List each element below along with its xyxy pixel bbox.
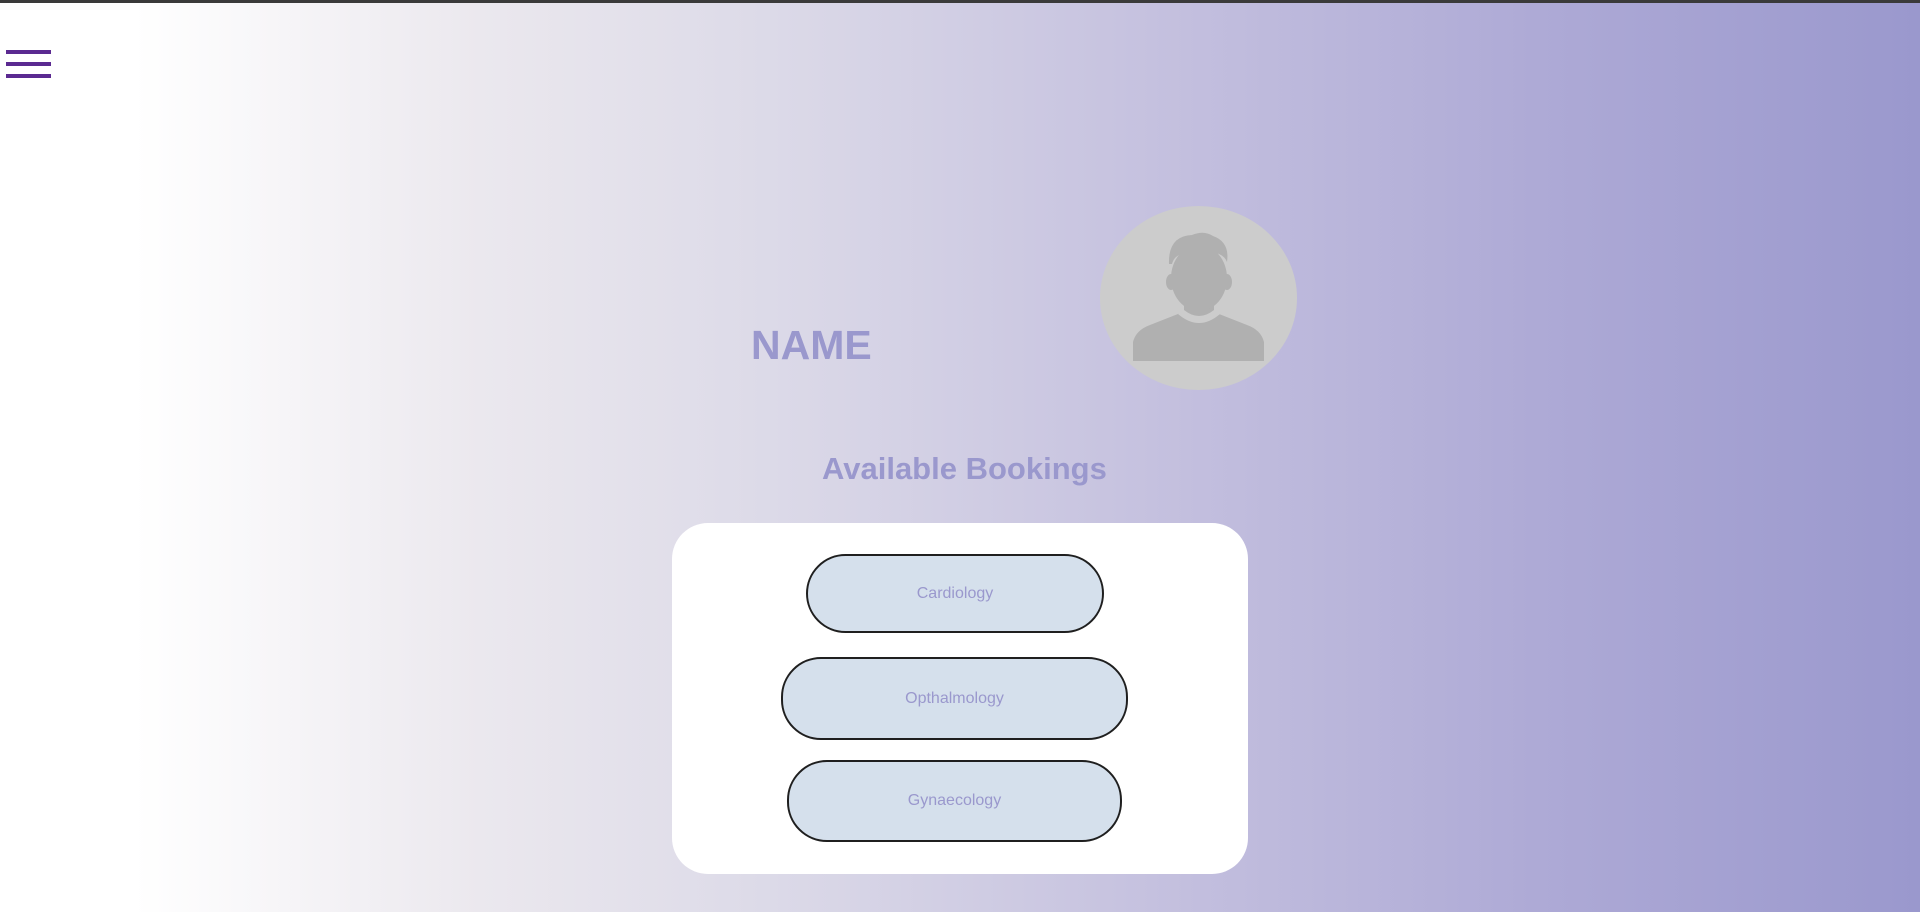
cardiology-button[interactable]: Cardiology: [806, 554, 1104, 633]
opthalmology-button[interactable]: Opthalmology: [781, 657, 1128, 740]
profile-name: NAME: [751, 322, 872, 368]
top-border: [0, 0, 1920, 3]
menu-line: [6, 74, 51, 78]
user-silhouette-icon: [1133, 232, 1264, 361]
bookings-title: Available Bookings: [822, 451, 1107, 486]
menu-line: [6, 62, 51, 66]
gynaecology-button[interactable]: Gynaecology: [787, 760, 1122, 842]
hamburger-menu-icon[interactable]: [6, 48, 51, 82]
menu-line: [6, 50, 51, 54]
avatar: [1100, 206, 1297, 390]
